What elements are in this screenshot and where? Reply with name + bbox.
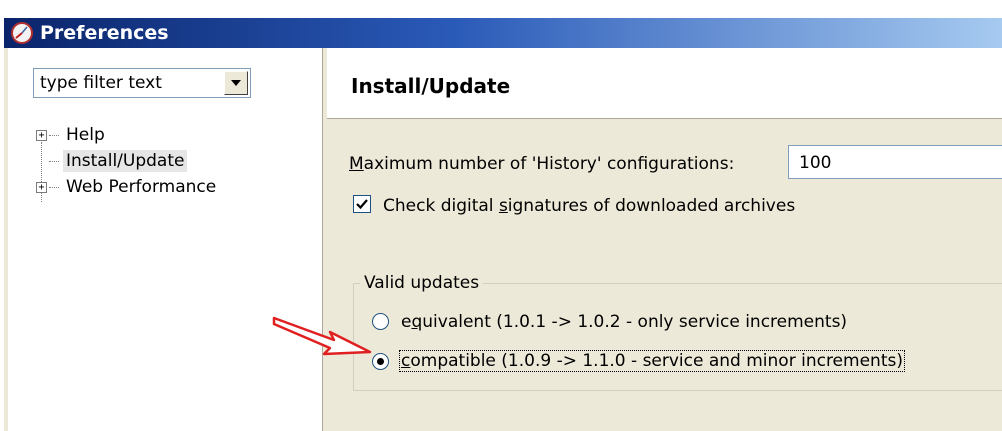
check-signatures-label[interactable]: Check digital signatures of downloaded a… bbox=[383, 196, 795, 216]
history-configurations-input[interactable]: 100 bbox=[788, 145, 1002, 179]
radio-selected-dot bbox=[377, 358, 384, 365]
filter-combo[interactable]: type filter text bbox=[33, 68, 251, 98]
label-text: aximum number of 'History' configuration… bbox=[363, 154, 735, 174]
valid-updates-group-title: Valid updates bbox=[360, 273, 484, 293]
history-value[interactable]: 100 bbox=[799, 153, 831, 173]
preferences-window: Preferences type filter text + Help Inst… bbox=[0, 0, 1002, 431]
tree-item-label: Web Performance bbox=[66, 177, 217, 197]
tree-dotted-line bbox=[49, 186, 59, 188]
radio-equivalent[interactable] bbox=[372, 313, 389, 330]
preferences-tree: + Help Install/Update + Web Performance bbox=[36, 122, 219, 200]
expand-plus-icon[interactable]: + bbox=[36, 181, 47, 193]
mnemonic-letter: M bbox=[349, 154, 364, 174]
annotation-arrow-icon bbox=[272, 316, 372, 356]
mnemonic-letter: s bbox=[498, 196, 508, 216]
tree-dotted-line bbox=[49, 134, 59, 136]
tree-item-install-update[interactable]: Install/Update bbox=[36, 148, 219, 174]
label-text: ignatures of downloaded archives bbox=[507, 196, 796, 216]
expand-plus-icon[interactable]: + bbox=[36, 129, 47, 141]
tree-item-label: Install/Update bbox=[63, 150, 188, 172]
radio-compatible-label[interactable]: compatible (1.0.9 -> 1.1.0 - service and… bbox=[399, 350, 905, 372]
chevron-down-icon bbox=[231, 80, 241, 86]
check-signatures-checkbox[interactable] bbox=[353, 195, 371, 213]
window-title: Preferences bbox=[40, 22, 169, 44]
label-text: uivalent (1.0.1 -> 1.0.2 - only service … bbox=[422, 312, 848, 332]
history-configurations-label: Maximum number of 'History' configuratio… bbox=[349, 154, 734, 174]
filter-input[interactable]: type filter text bbox=[40, 73, 162, 93]
label-text: Check digital bbox=[383, 196, 499, 216]
radio-compatible[interactable] bbox=[372, 353, 389, 370]
page-title: Install/Update bbox=[351, 74, 511, 98]
mnemonic-letter: q bbox=[411, 312, 423, 332]
page-header: Install/Update bbox=[327, 48, 1002, 119]
tree-item-web-performance[interactable]: + Web Performance bbox=[36, 174, 219, 200]
checkmark-icon bbox=[356, 199, 368, 210]
tree-item-label: Help bbox=[66, 125, 105, 145]
mnemonic-letter: c bbox=[401, 351, 411, 371]
label-text: e bbox=[401, 312, 412, 332]
label-text: ompatible (1.0.9 -> 1.1.0 - service and … bbox=[410, 351, 903, 371]
tree-item-help[interactable]: + Help bbox=[36, 122, 219, 148]
valid-updates-group bbox=[353, 283, 1002, 391]
dropdown-arrow-button[interactable] bbox=[224, 71, 248, 95]
preferences-tree-pane bbox=[8, 48, 323, 431]
tree-dotted-line bbox=[49, 160, 59, 162]
radio-equivalent-label[interactable]: equivalent (1.0.1 -> 1.0.2 - only servic… bbox=[401, 312, 847, 332]
title-bar[interactable]: Preferences bbox=[4, 18, 1002, 48]
preferences-gauge-icon bbox=[10, 21, 34, 45]
